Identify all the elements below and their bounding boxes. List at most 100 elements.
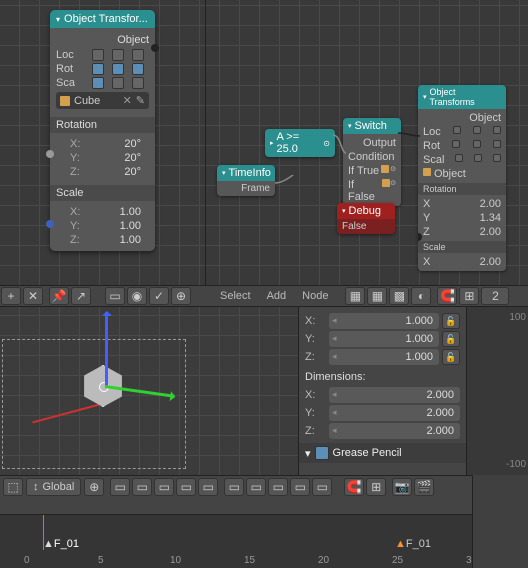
loc-z-checkbox[interactable]	[493, 126, 501, 134]
node-editor[interactable]: ▾ Object Transfor... Object Loc Rot Sca	[0, 0, 528, 285]
rot-y-checkbox[interactable]	[473, 140, 481, 148]
tool-icon[interactable]: ✓	[149, 287, 169, 305]
marker[interactable]: ▲F_01	[395, 538, 431, 550]
add-icon[interactable]: +	[1, 287, 21, 305]
scale-z-field[interactable]: 1.000	[329, 349, 439, 365]
snap-icon[interactable]: 🧲	[437, 287, 457, 305]
collapse-icon[interactable]: ▾	[56, 15, 60, 24]
backdrop-icon[interactable]: ▦	[345, 287, 365, 305]
snap-icon[interactable]: 🧲	[344, 478, 364, 496]
layer-btn[interactable]: ▭	[246, 478, 266, 496]
tool-icon[interactable]: ◉	[127, 287, 147, 305]
sca-x-checkbox[interactable]	[92, 77, 104, 89]
collapse-icon[interactable]: ▾	[222, 169, 226, 177]
tool-icon[interactable]: ▦	[367, 287, 387, 305]
arrow-icon[interactable]: ↗	[71, 287, 91, 305]
sca-x-value[interactable]: 1.00	[120, 206, 149, 218]
dim-y-field[interactable]: 2.000	[329, 405, 460, 421]
collapse-icon[interactable]: ▾	[342, 207, 346, 215]
rot-z-checkbox[interactable]	[493, 140, 501, 148]
node-compare[interactable]: ▸A >= 25.0⊙	[265, 129, 335, 157]
rot-z-checkbox[interactable]	[132, 63, 144, 75]
node-header[interactable]: ▾Debug	[337, 203, 395, 219]
layer-btn[interactable]: ▭	[154, 478, 174, 496]
tool-icon[interactable]: ▭	[105, 287, 125, 305]
collapse-icon[interactable]: ▾	[305, 447, 311, 460]
layer-btn[interactable]: ▭	[290, 478, 310, 496]
layer-btn[interactable]: ▭	[312, 478, 332, 496]
node-header[interactable]: ▾Switch	[343, 118, 401, 134]
node-menu[interactable]: Node	[294, 290, 336, 302]
timeline-track[interactable]: ▲F_01 ▲F_01	[0, 515, 472, 550]
orientation-select[interactable]: ↕Global	[26, 478, 81, 496]
socket-sca-in[interactable]	[46, 220, 54, 228]
tool-icon[interactable]: ◐	[411, 287, 431, 305]
rot-x-value[interactable]: 20°	[124, 138, 149, 150]
sca-x-value[interactable]: 2.00	[480, 256, 501, 268]
dim-x-field[interactable]: 2.000	[329, 387, 460, 403]
layer-btn[interactable]: ▭	[110, 478, 130, 496]
lock-icon[interactable]: 🔓	[442, 331, 460, 347]
object-picker[interactable]: Cube ✕ ✎	[56, 92, 149, 109]
grease-pencil-panel[interactable]: ▾ Grease Pencil	[299, 443, 466, 463]
rot-x-checkbox[interactable]	[452, 140, 460, 148]
manipulator-icon[interactable]: ⊕	[84, 478, 104, 496]
vertical-scroll[interactable]: 100 -100	[466, 307, 528, 475]
socket-object-out[interactable]	[151, 44, 159, 52]
pin-icon[interactable]: 📌	[49, 287, 69, 305]
node-switch[interactable]: ▾Switch Output Condition If True⊙ If Fal…	[343, 118, 401, 206]
clear-icon[interactable]: ✕	[123, 94, 132, 107]
eyedropper-icon[interactable]: ✎	[136, 94, 145, 107]
loc-x-checkbox[interactable]	[92, 49, 104, 61]
rot-z-value[interactable]: 20°	[124, 166, 149, 178]
layer-btn[interactable]: ▭	[198, 478, 218, 496]
render-icon[interactable]: 📷	[392, 478, 412, 496]
close-icon[interactable]: ✕	[23, 287, 43, 305]
dim-z-field[interactable]: 2.000	[329, 423, 460, 439]
scale-x-field[interactable]: 1.000	[329, 313, 439, 329]
snap-value[interactable]: 2	[481, 287, 509, 305]
socket-rot-in[interactable]	[46, 150, 54, 158]
sca-y-checkbox[interactable]	[112, 77, 124, 89]
editor-type-icon[interactable]: ⬚	[3, 478, 23, 496]
loc-x-checkbox[interactable]	[453, 126, 461, 134]
rot-y-value[interactable]: 20°	[124, 152, 149, 164]
rot-x-checkbox[interactable]	[92, 63, 104, 75]
loc-y-checkbox[interactable]	[112, 49, 124, 61]
loc-z-checkbox[interactable]	[132, 49, 144, 61]
sca-z-checkbox[interactable]	[132, 77, 144, 89]
timeline-ruler[interactable]: 0 5 10 15 20 25 30	[0, 550, 472, 568]
rot-y-checkbox[interactable]	[112, 63, 124, 75]
node-object-transform[interactable]: ▾ Object Transfor... Object Loc Rot Sca	[50, 10, 155, 251]
options-icon[interactable]: ⊙	[390, 165, 396, 177]
loc-y-checkbox[interactable]	[473, 126, 481, 134]
viewport-3d[interactable]	[0, 307, 298, 475]
select-menu[interactable]: Select	[212, 290, 259, 302]
node-timeinfo[interactable]: ▾TimeInfo Frame	[217, 165, 275, 196]
marker[interactable]: ▲F_01	[43, 538, 79, 550]
scale-y-field[interactable]: 1.000	[329, 331, 439, 347]
sca-z-checkbox[interactable]	[493, 154, 501, 162]
layer-btn[interactable]: ▭	[176, 478, 196, 496]
options-icon[interactable]: ⊙	[390, 179, 396, 203]
sca-x-checkbox[interactable]	[455, 154, 463, 162]
sca-y-value[interactable]: 1.00	[120, 220, 149, 232]
layer-btn[interactable]: ▭	[132, 478, 152, 496]
gizmo-z-axis[interactable]	[105, 312, 108, 387]
sca-z-value[interactable]: 1.00	[120, 234, 149, 246]
render-anim-icon[interactable]: 🎬	[414, 478, 434, 496]
layer-btn[interactable]: ▭	[268, 478, 288, 496]
rot-y-value[interactable]: 1.34	[480, 212, 501, 224]
collapse-icon[interactable]: ▾	[348, 122, 352, 130]
sca-y-checkbox[interactable]	[474, 154, 482, 162]
options-icon[interactable]: ⊙	[323, 139, 330, 148]
add-menu[interactable]: Add	[259, 290, 295, 302]
tool-icon[interactable]: ▩	[389, 287, 409, 305]
rot-x-value[interactable]: 2.00	[480, 198, 501, 210]
gp-enable-checkbox[interactable]	[315, 446, 329, 460]
collapse-icon[interactable]: ▾	[423, 93, 427, 101]
node-header[interactable]: ▾ Object Transfor...	[50, 10, 155, 28]
layer-btn[interactable]: ▭	[224, 478, 244, 496]
collapse-icon[interactable]: ▸	[270, 139, 274, 147]
node-header[interactable]: ▾TimeInfo	[217, 165, 275, 181]
